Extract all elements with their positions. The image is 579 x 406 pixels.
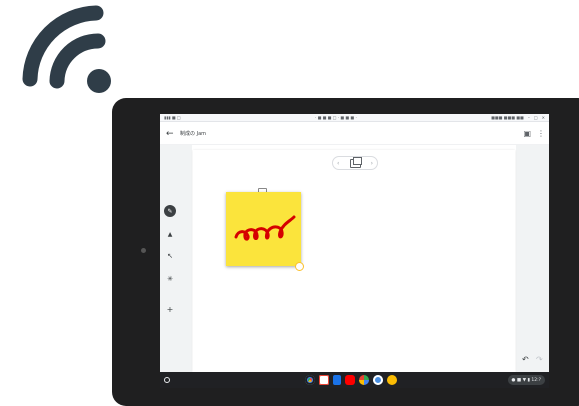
jam-title: 制成の Jam [180,131,206,137]
chromeos-shelf: ● ■ ▼ ▮ 12:? [160,372,549,388]
app-bar-actions: ▣ ⋮ [523,129,545,138]
app-bar: ← 制成の Jam ▣ ⋮ [160,123,549,145]
laser-tool-icon[interactable]: ✳ [165,274,175,284]
next-frame-button[interactable]: › [371,160,373,167]
play-store-icon[interactable] [359,375,369,385]
youtube-icon[interactable] [345,375,355,385]
redo-icon[interactable]: ↷ [536,355,543,364]
status-tray[interactable]: ● ■ ▼ ▮ 12:? [507,375,545,385]
status-right: ■■■ ■■■ ■■ [491,115,524,120]
select-tool-icon[interactable]: ↖ [165,251,175,261]
docs-icon[interactable] [333,375,341,385]
marker-tool-icon[interactable]: ▲ [165,229,175,239]
arrow-back-icon[interactable]: ← [166,129,178,139]
cast-wifi-icon [22,5,111,93]
files-icon[interactable] [373,375,383,385]
minimize-button[interactable]: – [528,115,530,120]
tray-status-text: ● ■ ▼ ▮ 12:? [511,377,541,383]
sticky-resize-handle[interactable] [295,262,304,271]
frames-icon[interactable] [349,156,362,168]
front-camera [141,248,146,253]
close-button[interactable]: ✕ [542,115,545,120]
status-center: · ■ ■ ■ □ · ■ ■ ■ · [315,115,357,120]
status-left: ▮▮▮ ■ □ [164,115,181,120]
sticky-ink-scribble [234,215,296,241]
launcher-icon[interactable] [164,377,170,383]
window-controls: ■■■ ■■■ ■■ – □ ✕ [491,115,545,120]
add-tool-icon[interactable]: + [165,304,175,314]
shelf-apps [305,375,397,385]
more-menu-icon[interactable]: ⋮ [537,129,545,138]
cast-icon[interactable]: ▣ [523,129,531,138]
sticky-note[interactable] [226,192,301,266]
pen-tool-icon[interactable]: ✎ [164,205,176,217]
maximize-button[interactable]: □ [534,115,538,120]
tablet-screen: ▮▮▮ ■ □ · ■ ■ ■ □ · ■ ■ ■ · ■■■ ■■■ ■■ –… [160,114,549,388]
keep-icon[interactable] [387,375,397,385]
prev-frame-button[interactable]: ‹ [337,160,339,167]
frame-navigator: ‹ › [332,156,378,170]
status-bar: ▮▮▮ ■ □ · ■ ■ ■ □ · ■ ■ ■ · ■■■ ■■■ ■■ –… [160,114,549,122]
gmail-icon[interactable] [319,375,329,385]
chrome-icon[interactable] [305,375,315,385]
right-gutter [516,145,549,374]
undo-icon[interactable]: ↶ [522,355,529,364]
